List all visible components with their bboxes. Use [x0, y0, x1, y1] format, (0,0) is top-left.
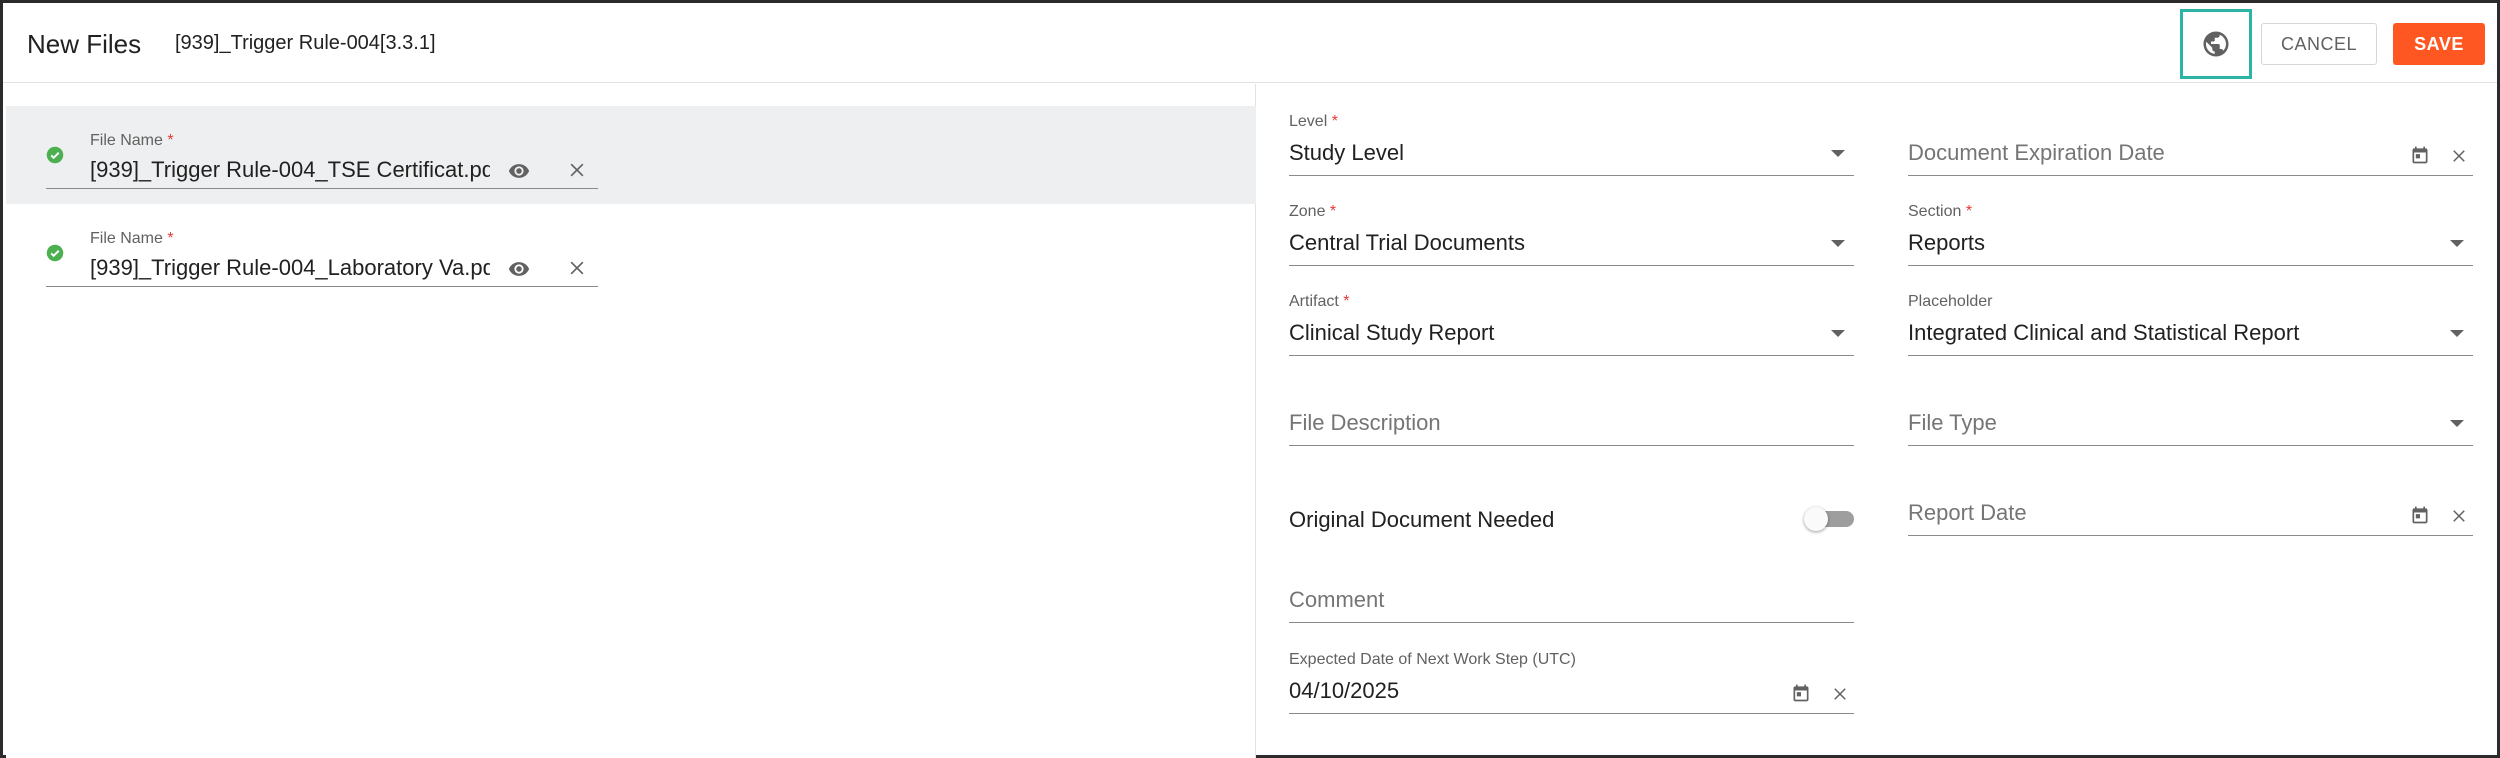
toggle-knob [1804, 507, 1828, 531]
remove-file-icon[interactable] [567, 160, 587, 180]
comment-input[interactable]: Comment [1289, 560, 1854, 626]
clear-icon[interactable] [1831, 685, 1849, 703]
zone-underline [1289, 265, 1854, 266]
file-description-underline [1289, 445, 1854, 446]
level-value: Study Level [1289, 140, 1404, 165]
artifact-select[interactable]: Artifact * Clinical Study Report [1289, 293, 1854, 359]
file-name-label: File Name * [90, 132, 174, 149]
expected-date-value: 04/10/2025 [1289, 678, 1400, 703]
cancel-button[interactable]: CANCEL [2261, 23, 2377, 65]
chevron-down-icon[interactable] [2450, 330, 2464, 337]
calendar-icon[interactable] [1791, 683, 1811, 703]
placeholder-label: Placeholder [1908, 293, 1993, 310]
file-name-input[interactable]: [939]_Trigger Rule-004_Laboratory Va.pdf [90, 255, 490, 281]
file-list-panel: File Name * [939]_Trigger Rule-004_TSE C… [6, 84, 1256, 758]
chevron-down-icon[interactable] [2450, 240, 2464, 247]
placeholder-underline [1908, 355, 2473, 356]
comment-underline [1289, 622, 1854, 623]
save-button[interactable]: SAVE [2393, 23, 2485, 65]
artifact-label: Artifact * [1289, 293, 1350, 310]
file-row[interactable]: File Name * [939]_Trigger Rule-004_Labor… [6, 204, 1256, 302]
remove-file-icon[interactable] [567, 258, 587, 278]
file-type-placeholder: File Type [1908, 410, 1997, 435]
document-expiration-date-underline [1908, 175, 2473, 176]
page-title: New Files [27, 29, 142, 59]
original-document-needed-toggle[interactable] [1804, 507, 1854, 531]
section-select[interactable]: Section * Reports [1908, 203, 2473, 269]
file-name-underline [46, 188, 598, 189]
file-name-input[interactable]: [939]_Trigger Rule-004_TSE Certificat.pd… [90, 157, 490, 183]
section-value: Reports [1908, 230, 1986, 255]
zone-value: Central Trial Documents [1289, 230, 1525, 255]
calendar-icon[interactable] [2410, 145, 2430, 165]
artifact-value: Clinical Study Report [1289, 320, 1495, 345]
eye-icon[interactable] [508, 160, 530, 182]
expected-date-underline [1289, 713, 1854, 714]
level-underline [1289, 175, 1854, 176]
calendar-icon[interactable] [2410, 505, 2430, 525]
file-type-underline [1908, 445, 2473, 446]
clear-icon[interactable] [2450, 147, 2468, 165]
original-document-needed-label: Original Document Needed [1289, 507, 1555, 532]
chevron-down-icon[interactable] [2450, 420, 2464, 427]
placeholder-select[interactable]: Placeholder Integrated Clinical and Stat… [1908, 293, 2473, 359]
file-type-select[interactable]: File Type [1908, 383, 2473, 449]
file-name-label: File Name * [90, 230, 174, 247]
expected-date-field[interactable]: Expected Date of Next Work Step (UTC) 04… [1289, 651, 1854, 717]
clear-icon[interactable] [2450, 507, 2468, 525]
artifact-underline [1289, 355, 1854, 356]
file-name-underline [46, 286, 598, 287]
level-select[interactable]: Level * Study Level [1289, 113, 1854, 179]
section-label: Section * [1908, 203, 1973, 220]
report-date-underline [1908, 535, 2473, 536]
level-label: Level * [1289, 113, 1338, 130]
globe-button[interactable] [2180, 9, 2252, 79]
file-description-placeholder: File Description [1289, 410, 1441, 435]
check-circle-icon [46, 244, 64, 262]
dialog-frame: New Files [939]_Trigger Rule-004[3.3.1] … [0, 0, 2500, 758]
dialog-header: New Files [939]_Trigger Rule-004[3.3.1] … [3, 3, 2497, 83]
report-date-placeholder: Report Date [1908, 500, 2027, 525]
zone-select[interactable]: Zone * Central Trial Documents [1289, 203, 1854, 269]
zone-label: Zone * [1289, 203, 1337, 220]
report-date-field[interactable]: Report Date [1908, 473, 2473, 539]
chevron-down-icon[interactable] [1831, 150, 1845, 157]
placeholder-value: Integrated Clinical and Statistical Repo… [1908, 320, 2300, 345]
section-underline [1908, 265, 2473, 266]
check-circle-icon [46, 146, 64, 164]
document-expiration-date-field[interactable]: Document Expiration Date [1908, 113, 2473, 179]
file-description-input[interactable]: File Description [1289, 383, 1854, 449]
eye-icon[interactable] [508, 258, 530, 280]
page-subtitle: [939]_Trigger Rule-004[3.3.1] [175, 32, 436, 54]
chevron-down-icon[interactable] [1831, 330, 1845, 337]
expected-date-label: Expected Date of Next Work Step (UTC) [1289, 651, 1576, 668]
document-expiration-date-placeholder: Document Expiration Date [1908, 140, 2165, 165]
file-row[interactable]: File Name * [939]_Trigger Rule-004_TSE C… [6, 106, 1256, 204]
globe-icon [2203, 31, 2229, 57]
comment-placeholder: Comment [1289, 587, 1385, 612]
chevron-down-icon[interactable] [1831, 240, 1845, 247]
